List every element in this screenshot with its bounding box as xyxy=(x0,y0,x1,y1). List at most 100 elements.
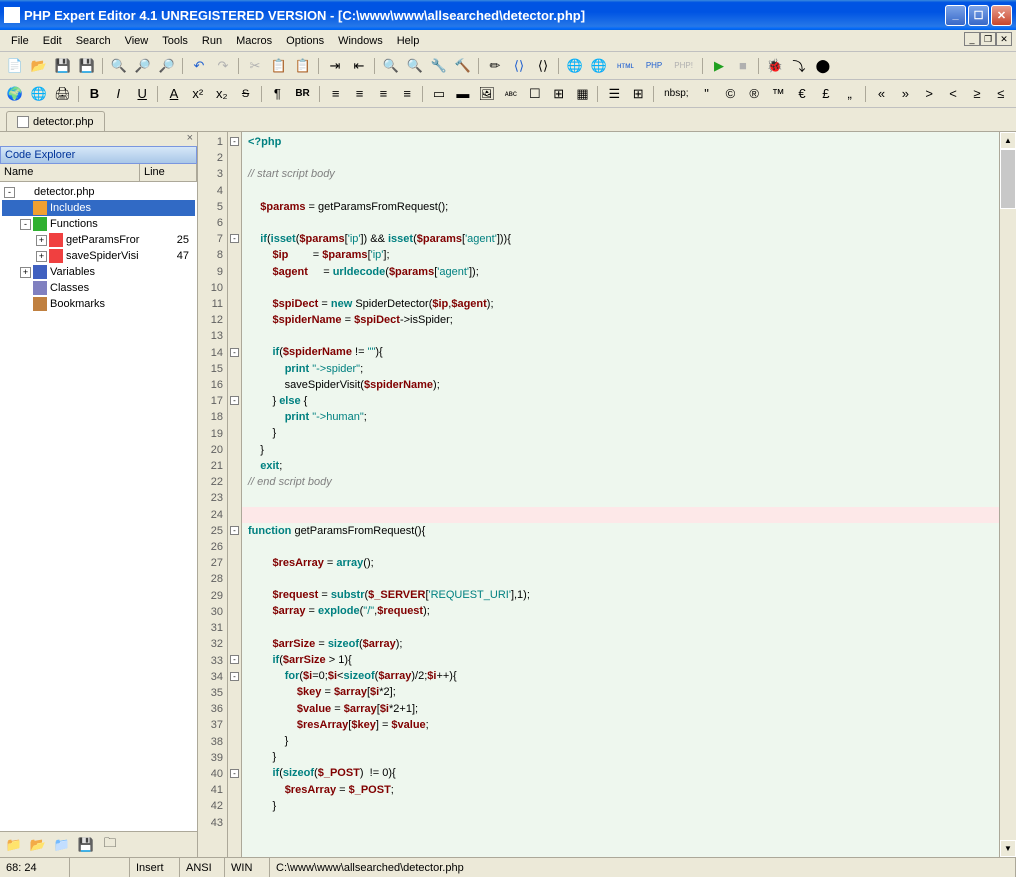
stop-icon[interactable]: ■ xyxy=(732,55,754,77)
print-icon[interactable]: 🖨 xyxy=(52,83,74,105)
rect2-icon[interactable]: ▬ xyxy=(452,83,474,105)
tool2-icon[interactable]: 🔨 xyxy=(452,55,474,77)
list-icon[interactable]: ☰ xyxy=(603,83,625,105)
tree-node[interactable]: -Functions xyxy=(2,216,195,232)
run-icon[interactable]: ▶ xyxy=(708,55,730,77)
fold-icon[interactable]: - xyxy=(230,396,239,405)
close-panel-button[interactable]: × xyxy=(0,132,197,146)
zoom-in-icon[interactable]: 🔍 xyxy=(380,55,402,77)
align-center-icon[interactable]: ≡ xyxy=(349,83,371,105)
lt-icon[interactable]: < xyxy=(942,83,964,105)
strike-icon[interactable]: S xyxy=(235,83,257,105)
abc-icon[interactable]: ᴀʙᴄ xyxy=(500,83,522,105)
file-tab[interactable]: detector.php xyxy=(6,111,105,131)
fold-column[interactable]: - - - - - - - - xyxy=(228,132,242,857)
folder-blue-icon[interactable]: 📁 xyxy=(51,834,73,856)
fold-icon[interactable]: - xyxy=(230,526,239,535)
menu-options[interactable]: Options xyxy=(279,33,331,49)
registered-icon[interactable]: ® xyxy=(743,83,765,105)
expand-icon[interactable]: - xyxy=(4,187,15,198)
comment-icon[interactable]: ⟨⟩ xyxy=(508,55,530,77)
expand-icon[interactable]: + xyxy=(36,251,47,262)
find-next-icon[interactable]: 🔎 xyxy=(156,55,178,77)
cut-icon[interactable]: ✂ xyxy=(244,55,266,77)
nbsp-icon[interactable]: nbsp; xyxy=(659,83,693,105)
php-icon[interactable]: PHP xyxy=(641,55,667,77)
save-icon[interactable]: 💾 xyxy=(52,55,74,77)
tree-node[interactable]: -detector.php xyxy=(2,184,195,200)
outdent-icon[interactable]: ⇤ xyxy=(348,55,370,77)
menu-run[interactable]: Run xyxy=(195,33,229,49)
scroll-thumb[interactable] xyxy=(1000,149,1016,209)
fold-icon[interactable]: - xyxy=(230,672,239,681)
find-icon[interactable]: 🔍 xyxy=(108,55,130,77)
image-icon[interactable]: 🖼 xyxy=(476,83,498,105)
tree-node[interactable]: +Variables xyxy=(2,264,195,280)
html-icon[interactable]: ʜᴛᴍʟ xyxy=(612,55,639,77)
comma-icon[interactable]: „ xyxy=(839,83,861,105)
trademark-icon[interactable]: ™ xyxy=(767,83,789,105)
br-icon[interactable]: BR xyxy=(290,83,314,105)
paragraph-icon[interactable]: ¶ xyxy=(266,83,288,105)
maximize-button[interactable]: ☐ xyxy=(968,5,989,26)
pound-icon[interactable]: £ xyxy=(815,83,837,105)
align-justify-icon[interactable]: ≡ xyxy=(396,83,418,105)
code-editor[interactable]: 1234567891011121314151617181920212223242… xyxy=(198,132,1016,857)
fold-icon[interactable]: - xyxy=(230,769,239,778)
folder-open-icon[interactable]: 📂 xyxy=(27,834,49,856)
tree-node[interactable]: Bookmarks xyxy=(2,296,195,312)
fold-icon[interactable]: - xyxy=(230,348,239,357)
browser-icon[interactable]: 🌐 xyxy=(564,55,586,77)
scroll-down-icon[interactable]: ▼ xyxy=(1000,840,1016,857)
italic-icon[interactable]: I xyxy=(107,83,129,105)
refresh-icon[interactable]: 🗀 xyxy=(99,834,121,856)
calc-icon[interactable]: ⊞ xyxy=(627,83,649,105)
globe2-icon[interactable]: 🌐 xyxy=(28,83,50,105)
ge-icon[interactable]: ≥ xyxy=(966,83,988,105)
copy-icon[interactable]: 📋 xyxy=(268,55,290,77)
paste-icon[interactable]: 📋 xyxy=(292,55,314,77)
table-icon[interactable]: ⊞ xyxy=(548,83,570,105)
subscript-icon[interactable]: x₂ xyxy=(211,83,233,105)
expand-icon[interactable]: - xyxy=(20,219,31,230)
edit-icon[interactable]: ✏ xyxy=(484,55,506,77)
raquo-icon[interactable]: » xyxy=(894,83,916,105)
fold-icon[interactable]: - xyxy=(230,234,239,243)
col-line[interactable]: Line xyxy=(140,164,197,181)
indent-icon[interactable]: ⇥ xyxy=(324,55,346,77)
expand-icon[interactable]: + xyxy=(36,235,47,246)
folder-yellow-icon[interactable]: 📁 xyxy=(3,834,25,856)
menu-file[interactable]: File xyxy=(4,33,36,49)
laquo-icon[interactable]: « xyxy=(871,83,893,105)
align-left-icon[interactable]: ≡ xyxy=(325,83,347,105)
menu-macros[interactable]: Macros xyxy=(229,33,279,49)
superscript-icon[interactable]: x² xyxy=(187,83,209,105)
uncomment-icon[interactable]: ⟨⟩ xyxy=(532,55,554,77)
menu-view[interactable]: View xyxy=(118,33,156,49)
tree-node[interactable]: +getParamsFror25 xyxy=(2,232,195,248)
vertical-scrollbar[interactable]: ▲ ▼ xyxy=(999,132,1016,857)
fold-icon[interactable]: - xyxy=(230,655,239,664)
menu-help[interactable]: Help xyxy=(390,33,427,49)
align-right-icon[interactable]: ≡ xyxy=(372,83,394,105)
euro-icon[interactable]: € xyxy=(791,83,813,105)
new-file-icon[interactable]: 📄 xyxy=(4,55,26,77)
browser2-icon[interactable]: 🌐 xyxy=(588,55,610,77)
save-all-icon[interactable]: 💾 xyxy=(76,55,98,77)
code-tree[interactable]: -detector.phpIncludes-Functions+getParam… xyxy=(0,182,197,831)
underline-icon[interactable]: U xyxy=(131,83,153,105)
quote-icon[interactable]: " xyxy=(696,83,718,105)
menu-tools[interactable]: Tools xyxy=(155,33,195,49)
gt-icon[interactable]: > xyxy=(918,83,940,105)
zoom-out-icon[interactable]: 🔍 xyxy=(404,55,426,77)
font-icon[interactable]: A xyxy=(163,83,185,105)
tree-node[interactable]: +saveSpiderVisi47 xyxy=(2,248,195,264)
minimize-button[interactable]: _ xyxy=(945,5,966,26)
fold-icon[interactable]: - xyxy=(230,137,239,146)
form-icon[interactable]: ☐ xyxy=(524,83,546,105)
tree-node[interactable]: Classes xyxy=(2,280,195,296)
tree-node[interactable]: Includes xyxy=(2,200,195,216)
bold-icon[interactable]: B xyxy=(84,83,106,105)
open-file-icon[interactable]: 📂 xyxy=(28,55,50,77)
rect-icon[interactable]: ▭ xyxy=(428,83,450,105)
